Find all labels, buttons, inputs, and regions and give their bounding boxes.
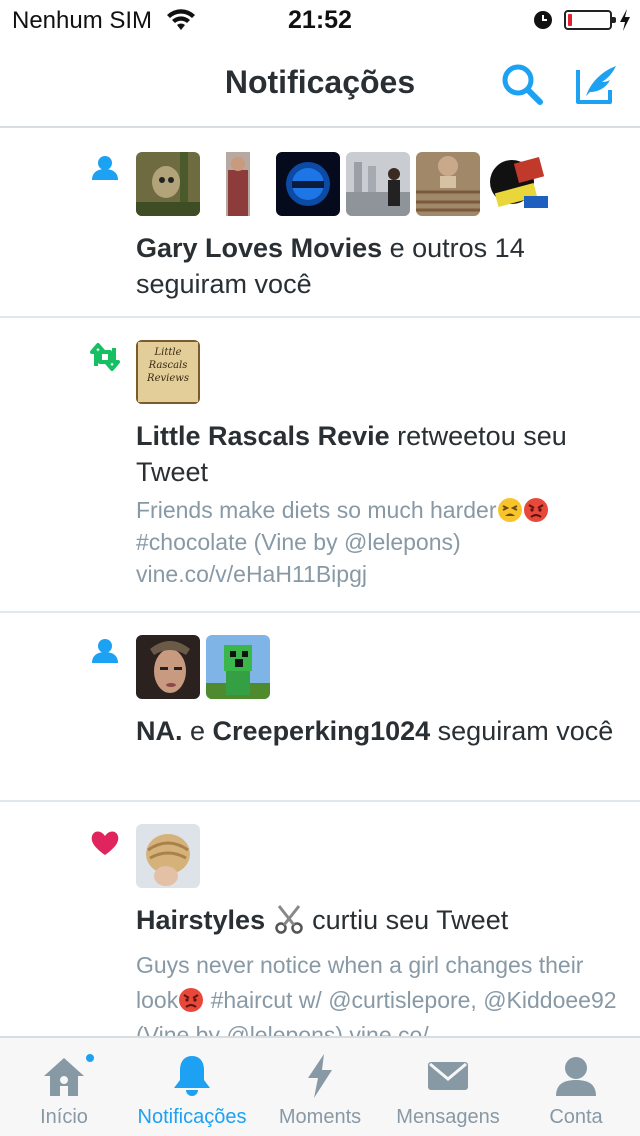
actor-name[interactable]: Little Rascals Revie [136,421,390,451]
bell-icon [174,1056,210,1096]
actor-name[interactable]: NA. [136,716,183,746]
avatar[interactable] [136,635,200,699]
new-content-badge [84,1052,96,1064]
avatar[interactable] [136,152,200,216]
avatar[interactable] [416,152,480,216]
notification-action: curtiu seu Tweet [304,905,509,935]
tab-label: Moments [278,1106,362,1128]
home-icon [44,1058,84,1096]
avatar[interactable] [136,824,200,888]
avatar-caption: Reviews [147,373,189,384]
tweet-text: Friends make diets so much harder [136,497,497,523]
search-icon[interactable] [498,60,546,108]
envelope-icon [428,1062,468,1090]
alarm-icon [534,11,552,29]
battery-icon [564,10,616,30]
avatar[interactable]: Little Rascals Reviews [136,340,200,404]
notification-text: Hairstyles curtiu seu Tweet [136,902,616,938]
angry-face-emoji-icon [179,988,204,1012]
avatar[interactable] [276,152,340,216]
actor-name[interactable]: Creeperking1024 [213,716,431,746]
avatar[interactable] [486,152,550,216]
tab-label: Conta [549,1106,603,1128]
tab-bar: Início Notificações Moments Mensagens Co… [0,1036,640,1136]
avatar[interactable] [206,635,270,699]
tab-label: Notificações [137,1106,247,1128]
actor-name[interactable]: Hairstyles [136,905,265,935]
follow-person-icon [92,156,118,180]
avatar[interactable] [206,152,270,216]
tab-notifications[interactable]: Notificações [128,1038,256,1136]
tab-account[interactable]: Conta [512,1038,640,1136]
scissors-icon [274,905,303,934]
notification-list[interactable]: Gary Loves Movies e outros 14 seguiram v… [0,130,640,1036]
notification-text: Gary Loves Movies e outros 14 seguiram v… [136,230,616,302]
heart-icon [91,831,119,855]
notification-item[interactable]: Gary Loves Movies e outros 14 seguiram v… [0,130,640,318]
tab-home[interactable]: Início [0,1038,128,1136]
charging-icon [620,9,630,31]
notification-text: NA. e Creeperking1024 seguiram você [136,713,616,749]
tweet-text-continued: #haircut w/ @curtislepore, @Kiddoee92 (V… [136,987,617,1036]
notification-conjunction: e [182,716,213,746]
retweet-icon [90,343,120,371]
avatar[interactable] [346,152,410,216]
tab-label: Mensagens [396,1106,500,1128]
tired-face-emoji-icon [497,498,522,522]
actor-name[interactable]: Gary Loves Movies [136,233,382,263]
tweet-text-continued: #chocolate (Vine by @lelepons) vine.co/v… [136,529,461,587]
follow-person-icon [92,639,118,663]
compose-tweet-icon[interactable] [572,60,620,108]
avatar-caption: Little [154,347,182,358]
tab-messages[interactable]: Mensagens [384,1038,512,1136]
notification-item[interactable]: NA. e Creeperking1024 seguiram você [0,613,640,802]
avatar-caption: Rascals [148,360,188,371]
tweet-preview[interactable]: Guys never notice when a girl changes th… [136,948,621,1036]
status-bar: Nenhum SIM 21:52 [0,0,640,40]
tab-moments[interactable]: Moments [256,1038,384,1136]
notification-item[interactable]: Hairstyles curtiu seu Tweet Guys never n… [0,802,640,1036]
person-icon [556,1057,596,1096]
notification-text: Little Rascals Revie retweetou seu Tweet [136,418,616,490]
tweet-preview[interactable]: Friends make diets so much harder #choco… [136,494,621,590]
notification-action: seguiram você [430,716,614,746]
notification-item[interactable]: Little Rascals Reviews Little Rascals Re… [0,318,640,613]
lightning-icon [308,1054,332,1098]
tab-label: Início [40,1106,88,1128]
angry-face-emoji-icon [523,498,548,522]
navigation-bar: Notificações [0,40,640,128]
